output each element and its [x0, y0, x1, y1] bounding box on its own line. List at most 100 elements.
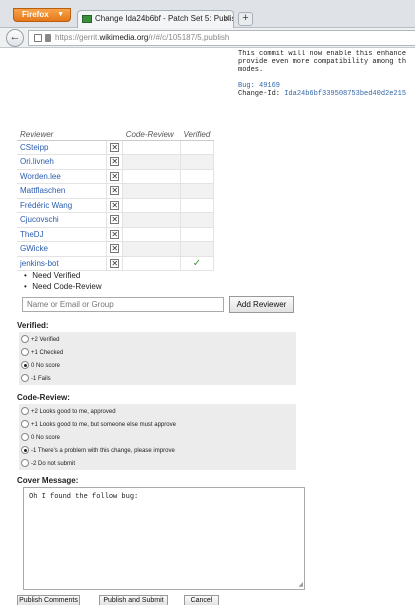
commit-message: This commit will now enable this enhance… [238, 50, 415, 112]
verified-score [179, 154, 215, 170]
reviewer-row: Cjucovschi ✕ [17, 212, 215, 228]
chevron-down-icon: ▼ [57, 11, 64, 18]
code-review-option-label: +2 Looks good to me, approved [31, 409, 116, 415]
commit-line: modes. [238, 66, 264, 74]
code-review-score [122, 226, 181, 242]
reviewer-name-link[interactable]: TheDJ [17, 226, 108, 242]
site-identity-icon[interactable] [34, 34, 42, 42]
commit-blank-line [238, 74, 415, 82]
radio-button-icon[interactable] [21, 374, 29, 382]
reviewer-row: TheDJ ✕ [17, 226, 215, 242]
radio-button-icon[interactable] [21, 335, 29, 343]
resize-grip-icon[interactable]: ◢ [298, 581, 303, 588]
radio-button-icon[interactable] [21, 446, 29, 454]
browser-tab-bar: Firefox ▼ Change Ida24b6bf - Patch Set 5… [0, 0, 415, 28]
bug-link[interactable]: Bug: 49169 [238, 82, 415, 90]
reviewer-name-link[interactable]: CSteipp [17, 139, 108, 155]
remove-reviewer-icon[interactable]: ✕ [110, 244, 120, 254]
code-review-score [122, 154, 181, 170]
code-review-panel: +2 Looks good to me, approved +1 Looks go… [19, 404, 296, 470]
publish-and-submit-button[interactable]: Publish and Submit [99, 595, 168, 605]
code-review-option[interactable]: -2 Do not submit [21, 458, 294, 471]
code-review-option[interactable]: +2 Looks good to me, approved [21, 406, 294, 419]
radio-button-icon[interactable] [21, 407, 29, 415]
cover-message-text: Oh I found the follow bug: [29, 493, 139, 501]
code-review-option-label: -1 There's a problem with this change, p… [31, 448, 175, 454]
firefox-menu-label: Firefox [22, 10, 49, 19]
publish-comments-button[interactable]: Publish Comments [17, 595, 80, 605]
tab-title: Change Ida24b6bf - Patch Set 5: Publish … [95, 14, 234, 23]
reviewer-name-link[interactable]: jenkins-bot [17, 255, 108, 271]
verified-score [179, 139, 215, 155]
reviewer-name-link[interactable]: Mattflaschen [17, 183, 108, 199]
radio-button-icon[interactable] [21, 420, 29, 428]
code-review-option[interactable]: +1 Looks good to me, but someone else mu… [21, 419, 294, 432]
browser-tab[interactable]: Change Ida24b6bf - Patch Set 5: Publish … [77, 10, 234, 28]
reviewer-row: Ori.livneh ✕ [17, 154, 215, 170]
reviewer-column-header: Reviewer [17, 129, 107, 141]
url-prefix: https://gerrit. [55, 33, 100, 42]
change-id-label: Change-Id: [238, 90, 285, 98]
change-id-link[interactable]: Ida24b6bf339508753bed40d2e215 [284, 90, 406, 98]
reviewer-table-header: Reviewer Code-Review Verified [17, 129, 214, 141]
reviewer-name-link[interactable]: GWicke [17, 241, 108, 257]
verified-option[interactable]: -1 Fails [21, 373, 294, 386]
verified-option-label: +2 Verified [31, 337, 60, 343]
gerrit-favicon-icon [82, 15, 92, 23]
code-review-option[interactable]: 0 No score [21, 432, 294, 445]
verified-option[interactable]: +1 Checked [21, 347, 294, 360]
code-review-label: Code-Review: [17, 393, 70, 402]
code-review-score [122, 212, 181, 228]
code-review-option-label: -2 Do not submit [31, 461, 76, 467]
verified-option-label: -1 Fails [31, 376, 51, 382]
navigation-bar: ← https://gerrit.wikimedia.org/r/#/c/105… [0, 28, 415, 48]
verified-score [179, 183, 215, 199]
code-review-option-label: 0 No score [31, 435, 61, 441]
reviewer-name-link[interactable]: Ori.livneh [17, 154, 108, 170]
url-suffix: /r/#/c/105187/5,publish [148, 33, 230, 42]
verified-label: Verified: [17, 321, 49, 330]
commit-line: provide even more compatibility among th [238, 58, 407, 66]
reviewer-name-link[interactable]: Frédéric Wang [17, 197, 108, 213]
code-review-score [122, 255, 181, 271]
remove-reviewer-icon[interactable]: ✕ [110, 258, 120, 268]
need-code-review: Need Code-Review [32, 282, 102, 291]
verified-option[interactable]: +2 Verified [21, 334, 294, 347]
reviewer-search-input[interactable] [22, 297, 224, 312]
radio-button-icon[interactable] [21, 459, 29, 467]
code-review-option[interactable]: -1 There's a problem with this change, p… [21, 445, 294, 458]
cover-message-label: Cover Message: [17, 476, 79, 485]
code-review-score [122, 197, 181, 213]
remove-reviewer-icon[interactable]: ✕ [110, 142, 120, 152]
firefox-menu-button[interactable]: Firefox ▼ [13, 8, 71, 22]
cancel-button[interactable]: Cancel [184, 595, 219, 605]
remove-reviewer-icon[interactable]: ✕ [110, 157, 120, 167]
needs-list: • Need Verified • Need Code-Review [24, 271, 102, 291]
reviewer-row: Worden.lee ✕ [17, 168, 215, 184]
remove-reviewer-icon[interactable]: ✕ [110, 215, 120, 225]
new-tab-button[interactable]: + [238, 12, 253, 26]
verified-panel: +2 Verified +1 Checked 0 No score -1 Fails [19, 332, 296, 385]
remove-reviewer-icon[interactable]: ✕ [110, 171, 120, 181]
reviewer-name-link[interactable]: Worden.lee [17, 168, 108, 184]
remove-reviewer-icon[interactable]: ✕ [110, 186, 120, 196]
remove-reviewer-icon[interactable]: ✕ [110, 200, 120, 210]
commit-line: This commit will now enable this enhance [238, 50, 407, 58]
verified-option[interactable]: 0 No score [21, 360, 294, 373]
verified-column-header: Verified [180, 129, 214, 141]
back-arrow-icon[interactable]: ← [6, 29, 24, 47]
reviewer-name-link[interactable]: Cjucovschi [17, 212, 108, 228]
add-reviewer-button[interactable]: Add Reviewer [229, 296, 294, 313]
verified-score [179, 226, 215, 242]
radio-button-icon[interactable] [21, 348, 29, 356]
close-tab-icon[interactable]: × [224, 11, 229, 27]
verified-score [179, 241, 215, 257]
radio-button-icon[interactable] [21, 361, 29, 369]
code-review-score [122, 168, 181, 184]
radio-button-icon[interactable] [21, 433, 29, 441]
remove-reviewer-icon[interactable]: ✕ [110, 229, 120, 239]
code-review-option-label: +1 Looks good to me, but someone else mu… [31, 422, 176, 428]
verified-score [179, 197, 215, 213]
url-bar[interactable]: https://gerrit.wikimedia.org/r/#/c/10518… [28, 30, 415, 46]
cover-message-textarea[interactable]: Oh I found the follow bug: ◢ [23, 487, 305, 590]
